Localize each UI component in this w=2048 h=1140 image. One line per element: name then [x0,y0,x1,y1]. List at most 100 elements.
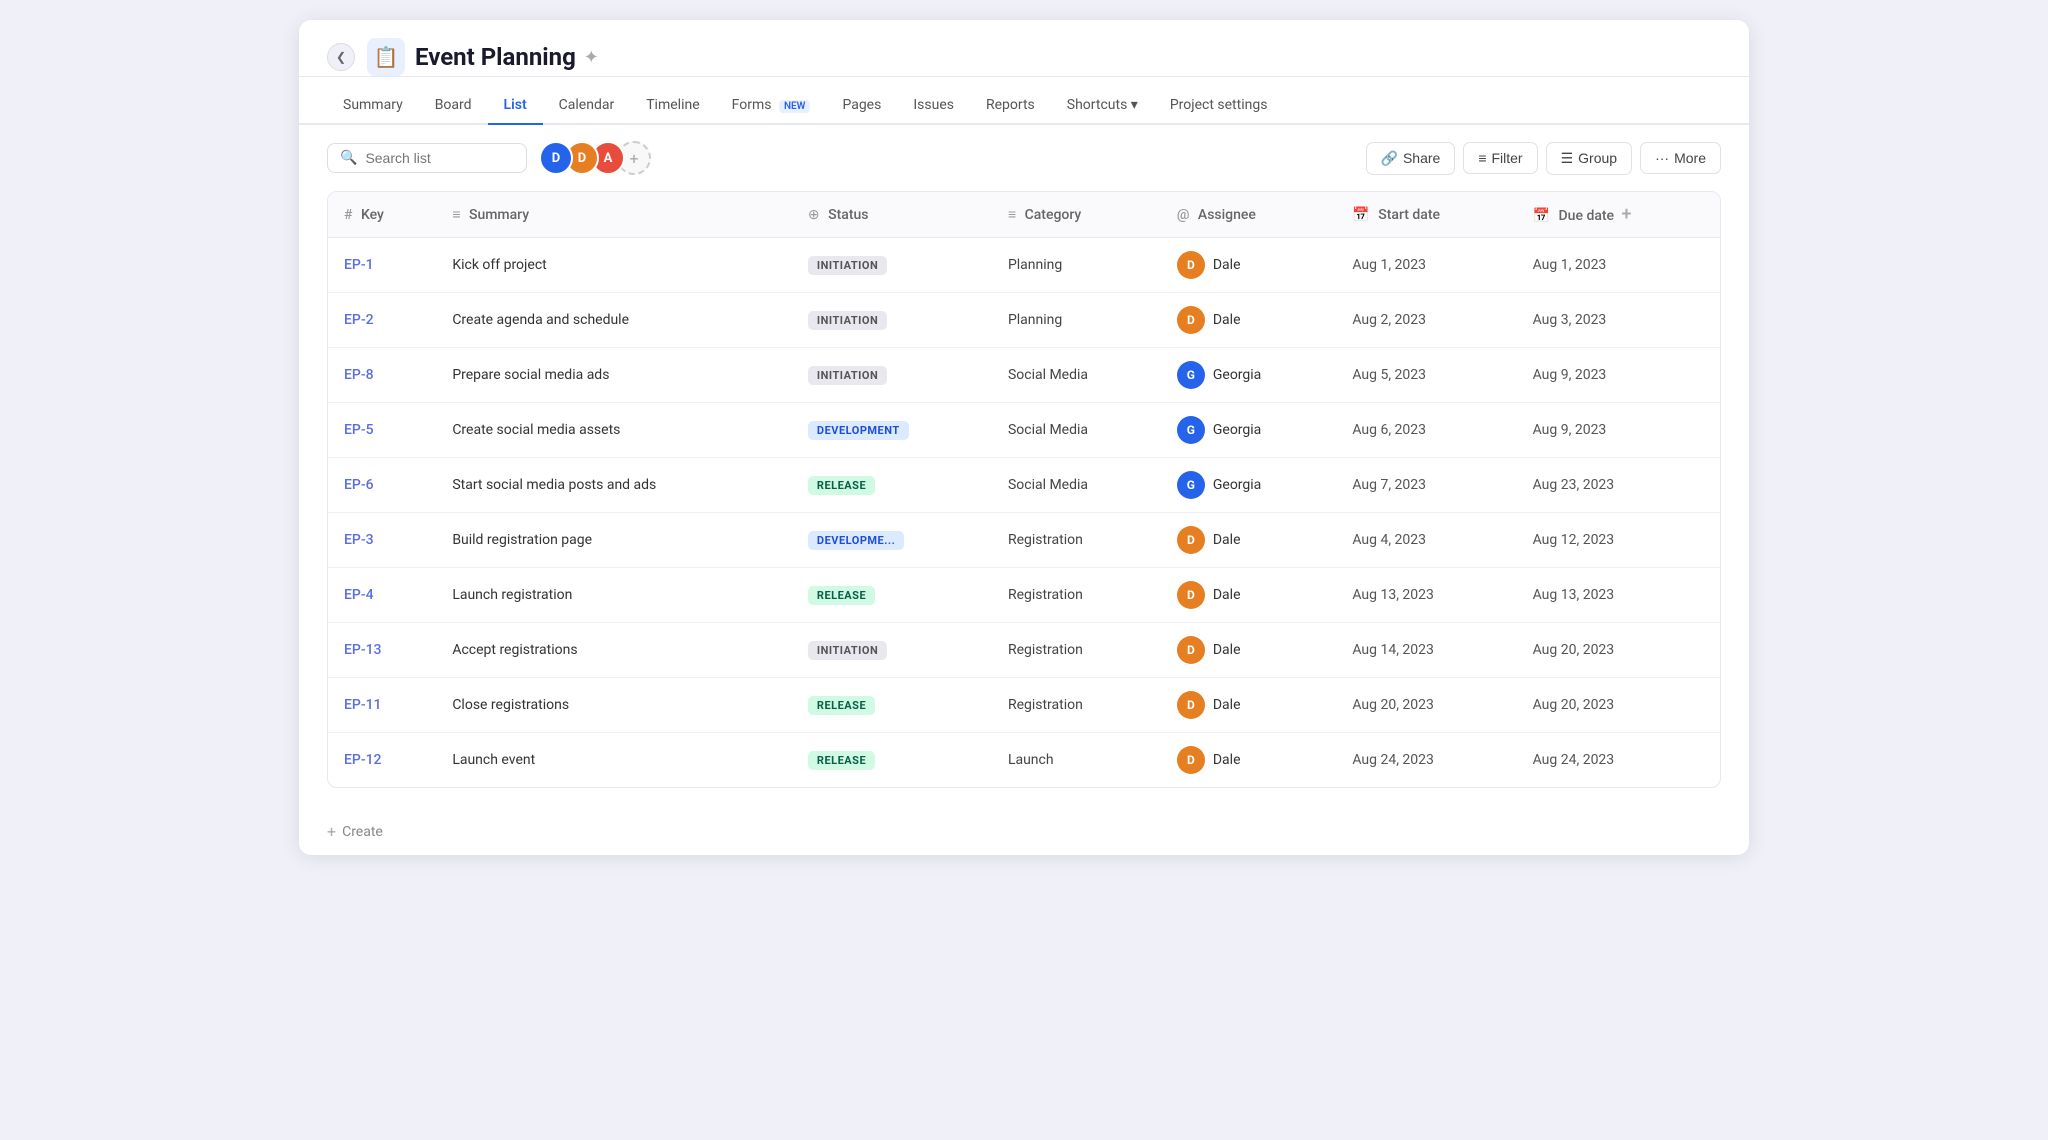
summary-cell: Launch registration [436,568,792,623]
start-date-cell: Aug 5, 2023 [1336,348,1516,403]
avatar-dale-1[interactable]: D [539,141,573,175]
category-cell: Launch [992,733,1161,788]
due-date-cell: Aug 23, 2023 [1517,458,1720,513]
due-date-cell: Aug 13, 2023 [1517,568,1720,623]
category-cell: Registration [992,678,1161,733]
status-cell: RELEASE [792,678,992,733]
project-icon: 📋 [367,38,405,76]
assignee-name: Dale [1213,587,1241,603]
nav-tabs: Summary Board List Calendar Timeline For… [299,87,1749,125]
category-col-icon: ≡ [1008,207,1016,223]
table-row: EP-8 Prepare social media ads INITIATION… [328,348,1720,403]
key-cell[interactable]: EP-4 [328,568,436,623]
col-summary: ≡ Summary [436,192,792,238]
key-cell[interactable]: EP-8 [328,348,436,403]
collapse-button[interactable]: ❮ [327,43,355,71]
tab-list[interactable]: List [488,87,543,125]
tab-summary[interactable]: Summary [327,87,419,125]
key-cell[interactable]: EP-12 [328,733,436,788]
tab-reports[interactable]: Reports [970,87,1051,125]
table-row: EP-1 Kick off project INITIATION Plannin… [328,238,1720,293]
tab-project-settings[interactable]: Project settings [1154,87,1284,125]
status-cell: DEVELOPME... [792,513,992,568]
tab-shortcuts[interactable]: Shortcuts ▾ [1051,87,1154,125]
create-plus-icon: + [327,822,336,841]
start-date-cell: Aug 13, 2023 [1336,568,1516,623]
app-header: ❮ 📋 Event Planning ✦ [299,20,1749,77]
assignee-avatar: D [1177,746,1205,774]
status-cell: INITIATION [792,293,992,348]
add-column-button[interactable]: + [1618,204,1636,225]
table-row: EP-6 Start social media posts and ads RE… [328,458,1720,513]
due-date-cell: Aug 20, 2023 [1517,623,1720,678]
assignee-container: D Dale [1177,746,1320,774]
tab-timeline[interactable]: Timeline [630,87,715,125]
assignee-cell: D Dale [1161,238,1336,293]
search-box[interactable]: 🔍 [327,143,527,173]
table-row: EP-12 Launch event RELEASE Launch D Dale… [328,733,1720,788]
assignee-name: Georgia [1213,367,1261,383]
assignee-cell: D Dale [1161,623,1336,678]
more-button[interactable]: ··· More [1640,142,1721,174]
summary-cell: Create social media assets [436,403,792,458]
category-cell: Registration [992,623,1161,678]
col-start-date: 📅 Start date [1336,192,1516,238]
table-row: EP-4 Launch registration RELEASE Registr… [328,568,1720,623]
due-date-cell: Aug 20, 2023 [1517,678,1720,733]
key-cell[interactable]: EP-13 [328,623,436,678]
summary-cell: Kick off project [436,238,792,293]
key-cell[interactable]: EP-1 [328,238,436,293]
assignee-container: D Dale [1177,306,1320,334]
tab-forms[interactable]: Forms NEW [716,87,827,125]
assignee-avatar: G [1177,416,1205,444]
assignee-avatar: D [1177,636,1205,664]
more-icon: ··· [1655,150,1669,166]
col-due-date: 📅 Due date + [1517,192,1720,238]
table-container: # Key ≡ Summary ⊕ Status ≡ Category [327,191,1721,788]
category-cell: Registration [992,513,1161,568]
assignee-name: Dale [1213,642,1241,658]
assignee-container: D Dale [1177,691,1320,719]
start-date-cell: Aug 2, 2023 [1336,293,1516,348]
assignee-name: Dale [1213,697,1241,713]
status-badge: RELEASE [808,476,875,495]
search-input[interactable] [365,150,505,166]
assignee-cell: D Dale [1161,568,1336,623]
assignee-cell: D Dale [1161,733,1336,788]
key-cell[interactable]: EP-6 [328,458,436,513]
tab-pages[interactable]: Pages [826,87,897,125]
group-button[interactable]: ☰ Group [1546,142,1632,175]
col-category: ≡ Category [992,192,1161,238]
summary-cell: Close registrations [436,678,792,733]
summary-cell: Build registration page [436,513,792,568]
tab-board[interactable]: Board [419,87,488,125]
assignee-container: D Dale [1177,526,1320,554]
assignee-container: G Georgia [1177,471,1320,499]
status-cell: DEVELOPMENT [792,403,992,458]
app-container: ❮ 📋 Event Planning ✦ Summary Board List … [299,20,1749,855]
status-cell: RELEASE [792,733,992,788]
tab-issues[interactable]: Issues [897,87,970,125]
sparkle-icon[interactable]: ✦ [584,47,599,68]
start-date-cell: Aug 1, 2023 [1336,238,1516,293]
table-row: EP-2 Create agenda and schedule INITIATI… [328,293,1720,348]
assignee-cell: G Georgia [1161,348,1336,403]
create-row[interactable]: + Create [299,808,1749,855]
forms-badge: NEW [779,100,811,113]
category-cell: Social Media [992,458,1161,513]
key-cell[interactable]: EP-2 [328,293,436,348]
assignee-container: G Georgia [1177,361,1320,389]
tab-calendar[interactable]: Calendar [543,87,631,125]
assignee-cell: G Georgia [1161,458,1336,513]
assignee-avatar: D [1177,251,1205,279]
filter-button[interactable]: ≡ Filter [1463,142,1537,174]
assignee-container: D Dale [1177,581,1320,609]
status-cell: RELEASE [792,568,992,623]
status-cell: INITIATION [792,623,992,678]
key-cell[interactable]: EP-5 [328,403,436,458]
toolbar-left: 🔍 D D A + [327,141,651,175]
key-cell[interactable]: EP-3 [328,513,436,568]
share-button[interactable]: 🔗 Share [1366,142,1456,175]
key-cell[interactable]: EP-11 [328,678,436,733]
table-row: EP-11 Close registrations RELEASE Regist… [328,678,1720,733]
